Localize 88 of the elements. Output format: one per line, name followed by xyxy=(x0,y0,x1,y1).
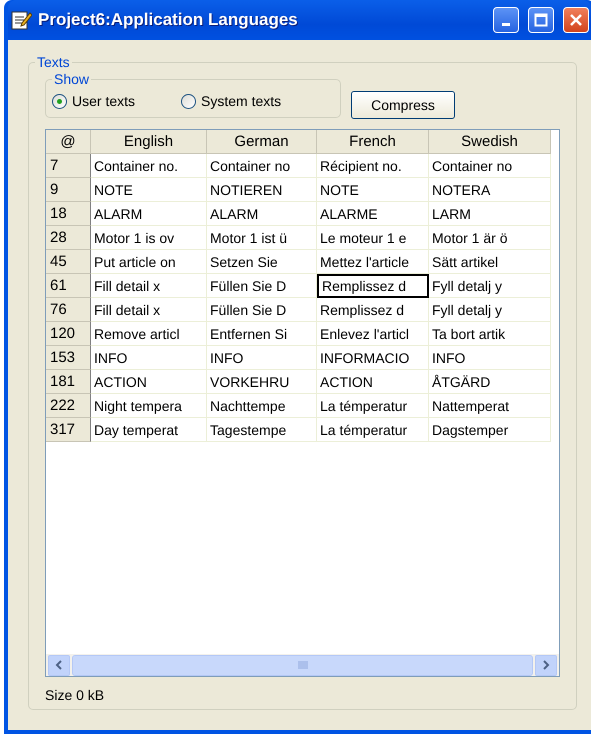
table-cell[interactable]: Le moteur 1 e xyxy=(317,226,429,250)
column-header[interactable]: Swedish xyxy=(429,130,551,154)
row-header: 28 xyxy=(46,226,91,250)
table-cell[interactable]: INFO xyxy=(207,346,317,370)
table-cell[interactable]: Fill detail x xyxy=(91,298,207,322)
table-cell[interactable]: Motor 1 is ov xyxy=(91,226,207,250)
radio-option[interactable]: System texts xyxy=(181,93,282,109)
table-cell[interactable]: Entfernen Si xyxy=(207,322,317,346)
chevron-left-icon xyxy=(54,660,64,670)
radio-button[interactable] xyxy=(181,94,196,108)
close-button[interactable] xyxy=(563,7,589,33)
table-cell[interactable]: Füllen Sie D xyxy=(207,298,317,322)
table-cell[interactable]: NOTE xyxy=(317,178,429,202)
table-cell[interactable]: ALARM xyxy=(91,202,207,226)
table-cell[interactable]: Remplissez d xyxy=(317,298,429,322)
table-cell[interactable]: Remplissez d xyxy=(317,274,429,298)
table-cell[interactable]: ACTION xyxy=(91,370,207,394)
corner-header: @ xyxy=(46,130,91,154)
table-cell[interactable]: Füllen Sie D xyxy=(207,274,317,298)
table-cell[interactable]: Container no xyxy=(207,154,317,178)
table-cell[interactable]: INFORMACIO xyxy=(317,346,429,370)
table-cell[interactable]: Motor 1 ist ü xyxy=(207,226,317,250)
row-header: 153 xyxy=(46,346,91,370)
row-header: 181 xyxy=(46,370,91,394)
row-header: 45 xyxy=(46,250,91,274)
table-cell[interactable]: Ta bort artik xyxy=(429,322,551,346)
table-cell[interactable]: Mettez l'article xyxy=(317,250,429,274)
grip-icon xyxy=(298,661,308,669)
table-cell[interactable]: Nattemperat xyxy=(429,394,551,418)
table-cell[interactable]: Night tempera xyxy=(91,394,207,418)
radio-option[interactable]: User texts xyxy=(52,93,136,109)
table-cell[interactable]: La témperatur xyxy=(317,394,429,418)
radio-button[interactable] xyxy=(52,94,67,108)
table-cell[interactable]: Put article on xyxy=(91,250,207,274)
size-label: Size 0 kB xyxy=(45,687,106,703)
scroll-right-button[interactable] xyxy=(535,654,557,676)
table-cell[interactable]: ACTION xyxy=(317,370,429,394)
table-cell[interactable]: Récipient no. xyxy=(317,154,429,178)
table-cell[interactable]: Tagestempe xyxy=(207,418,317,442)
table-cell[interactable]: LARM xyxy=(429,202,551,226)
row-header: 9 xyxy=(46,178,91,202)
row-header: 18 xyxy=(46,202,91,226)
table-cell[interactable]: La témperatur xyxy=(317,418,429,442)
minimize-icon xyxy=(502,22,510,26)
maximize-icon xyxy=(534,13,548,27)
table-cell[interactable]: NOTIEREN xyxy=(207,178,317,202)
column-header[interactable]: English xyxy=(91,130,207,154)
table-cell[interactable]: VORKEHRU xyxy=(207,370,317,394)
minimize-button[interactable] xyxy=(493,7,519,33)
row-header: 61 xyxy=(46,274,91,298)
column-header[interactable]: German xyxy=(207,130,317,154)
table-cell[interactable]: NOTERA xyxy=(429,178,551,202)
table-cell[interactable]: Dagstemper xyxy=(429,418,551,442)
group-label: Show xyxy=(52,71,92,87)
table-cell[interactable]: Nachttempe xyxy=(207,394,317,418)
table-cell[interactable]: Container no. xyxy=(91,154,207,178)
table-cell[interactable]: Enlevez l'articl xyxy=(317,322,429,346)
table-cell[interactable]: ALARM xyxy=(207,202,317,226)
chevron-right-icon xyxy=(541,660,551,670)
table-cell[interactable]: INFO xyxy=(91,346,207,370)
row-header: 7 xyxy=(46,154,91,178)
compress-button[interactable]: Compress xyxy=(351,91,455,119)
radio-label: User texts xyxy=(72,93,136,109)
table-cell[interactable]: NOTE xyxy=(91,178,207,202)
table-cell[interactable]: ÅTGÄRD xyxy=(429,370,551,394)
table-cell[interactable]: Fyll detalj y xyxy=(429,274,551,298)
table-cell[interactable]: Sätt artikel xyxy=(429,250,551,274)
table-cell[interactable]: Fyll detalj y xyxy=(429,298,551,322)
radio-label: System texts xyxy=(201,93,282,109)
row-header: 317 xyxy=(46,418,91,442)
group-label: Texts xyxy=(35,54,72,70)
table-cell[interactable]: ALARME xyxy=(317,202,429,226)
column-header[interactable]: French xyxy=(317,130,429,154)
table-cell[interactable]: Day temperat xyxy=(91,418,207,442)
table-cell[interactable]: INFO xyxy=(429,346,551,370)
close-icon xyxy=(569,13,583,27)
table-cell[interactable]: Motor 1 är ö xyxy=(429,226,551,250)
maximize-button[interactable] xyxy=(528,7,554,33)
scroll-left-button[interactable] xyxy=(48,654,70,676)
window-title: Project6:Application Languages xyxy=(38,10,299,30)
row-header: 76 xyxy=(46,298,91,322)
notepad-pencil-icon xyxy=(10,9,32,31)
row-header: 222 xyxy=(46,394,91,418)
row-header: 120 xyxy=(46,322,91,346)
table-cell[interactable]: Remove articl xyxy=(91,322,207,346)
table-cell[interactable]: Setzen Sie xyxy=(207,250,317,274)
table-cell[interactable]: Fill detail x xyxy=(91,274,207,298)
table-cell[interactable]: Container no xyxy=(429,154,551,178)
